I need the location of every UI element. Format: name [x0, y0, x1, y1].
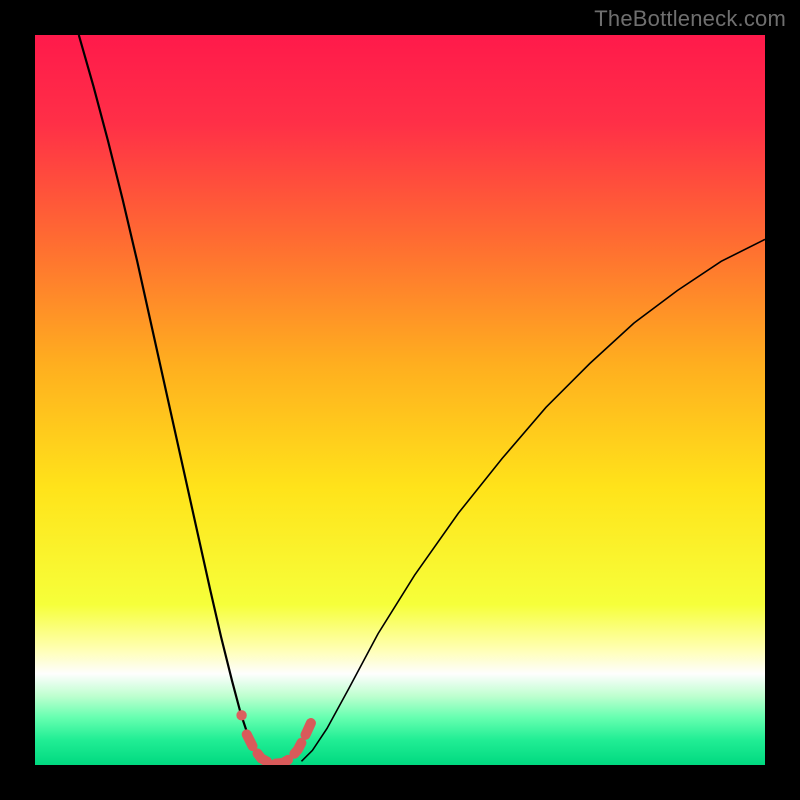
plot-area — [35, 35, 765, 765]
marker-dot — [236, 710, 246, 720]
chart-frame: TheBottleneck.com — [0, 0, 800, 800]
watermark-text: TheBottleneck.com — [594, 6, 786, 32]
gradient-background — [35, 35, 765, 765]
chart-svg — [35, 35, 765, 765]
marker-layer — [236, 710, 246, 720]
